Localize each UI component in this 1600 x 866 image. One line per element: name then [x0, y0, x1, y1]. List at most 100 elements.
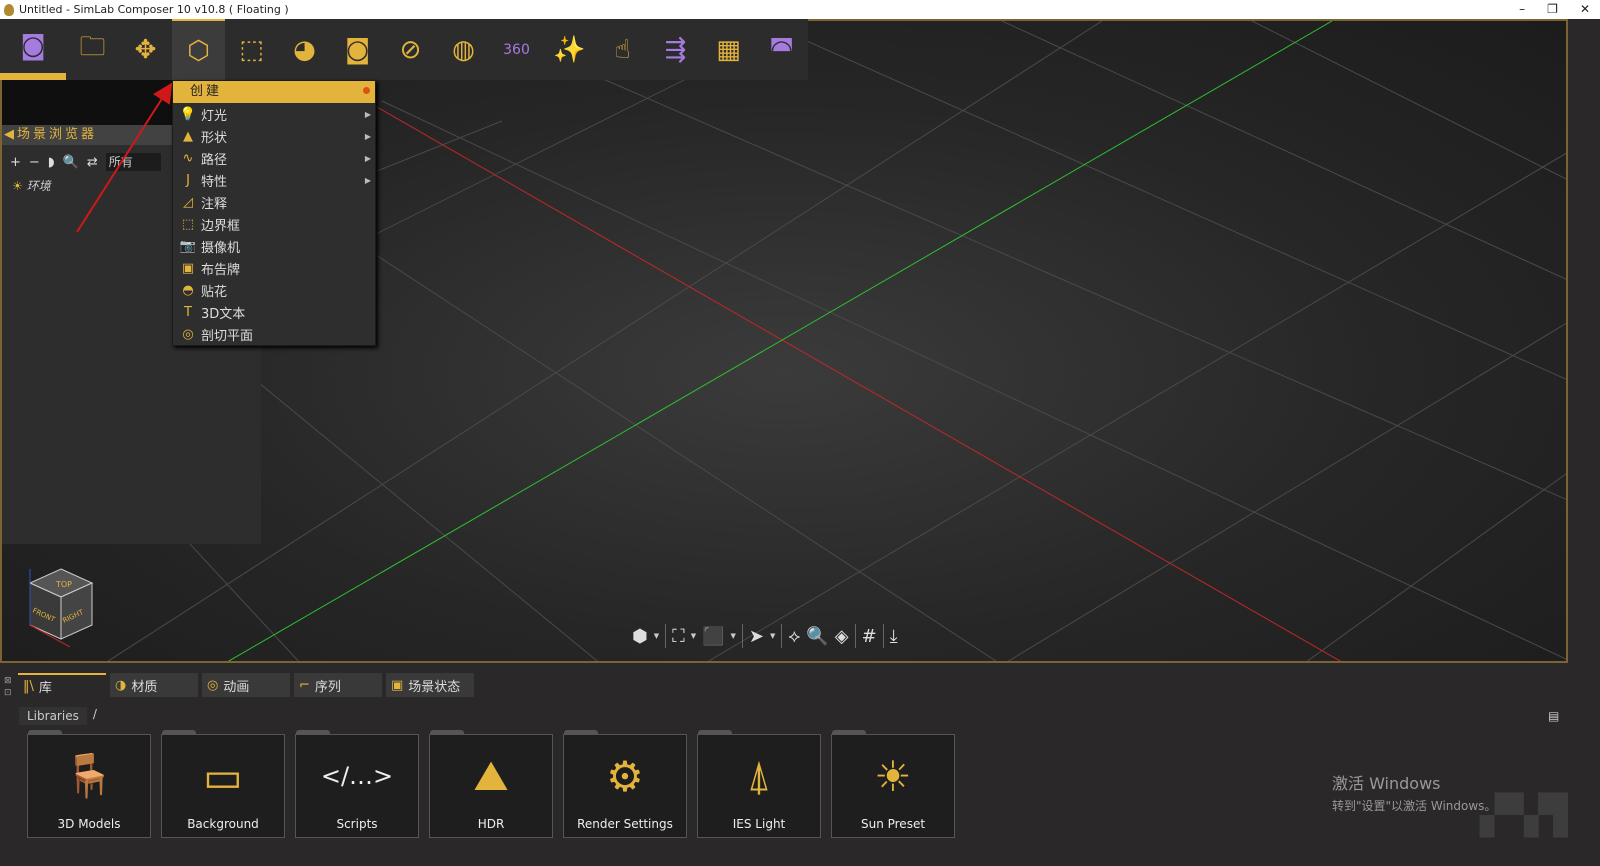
effects-icon: ✨	[553, 34, 586, 65]
material-icon[interactable]: ◗	[48, 155, 55, 170]
library-item[interactable]: 🪑 3D Models	[27, 730, 151, 838]
viewport-tool-icon[interactable]: ⬛	[702, 626, 724, 647]
menu-item[interactable]: T 3D文本	[173, 301, 375, 323]
menu-item[interactable]: ◎ 剖切平面	[173, 323, 375, 345]
tab-2[interactable]: ◎ 动画	[202, 673, 290, 697]
tab-icon: ◑	[115, 677, 127, 693]
toolbar-layout-button[interactable]: ▦	[702, 19, 755, 80]
site-watermark-logo: ▞▚▜	[1480, 793, 1568, 837]
swap-icon[interactable]: ⇄	[87, 155, 98, 170]
library-icon: ☀	[874, 751, 912, 801]
dropdown-arrow-icon[interactable]: ▼	[654, 632, 659, 640]
library-label: 3D Models	[57, 817, 121, 831]
toolbar-interact-button[interactable]: ☝	[596, 19, 649, 80]
interact-icon: ☝	[614, 34, 631, 65]
menu-item-icon: ◓	[182, 282, 194, 298]
tab-1[interactable]: ◑ 材质	[110, 673, 198, 697]
viewport-tool-icon[interactable]: 🔍	[806, 626, 828, 647]
toolbar-environment-button[interactable]: ◍	[437, 19, 490, 80]
menu-item[interactable]: ▲ 形状 ▶	[173, 125, 375, 147]
window-title: Untitled - SimLab Composer 10 v10.8 ( Fl…	[19, 3, 289, 16]
toolbar-effects-button[interactable]: ✨	[543, 19, 596, 80]
library-label: Scripts	[336, 817, 378, 831]
menu-item-icon: 💡	[179, 106, 197, 122]
tab-label: 材质	[131, 679, 158, 695]
restore-button[interactable]: ❐	[1547, 0, 1558, 18]
toolbar-clip-button[interactable]: ⊘	[384, 19, 437, 80]
vr-mode-icon: ◙	[20, 31, 46, 61]
menu-item[interactable]: ▣ 布告牌	[173, 257, 375, 279]
viewport-tool-icon[interactable]: #	[862, 626, 877, 647]
tab-label: 场景状态	[408, 679, 461, 695]
menu-item-label: 摄像机	[201, 240, 241, 256]
menu-item[interactable]: 💡 灯光 ▶	[173, 103, 375, 125]
dropdown-arrow-icon[interactable]: ▼	[691, 632, 696, 640]
toolbar-move-button[interactable]: ✥	[119, 19, 172, 80]
viewport-tool-icon[interactable]: ➤	[749, 626, 764, 647]
tab-icon: ◎	[207, 677, 219, 693]
library-item[interactable]: </…> Scripts	[295, 730, 419, 838]
dropdown-arrow-icon[interactable]: ▼	[770, 632, 775, 640]
library-item[interactable]: ⚙ Render Settings	[563, 730, 687, 838]
separator	[741, 624, 743, 648]
library-item[interactable]: ⍋ IES Light	[697, 730, 821, 838]
menu-item-icon: J	[186, 172, 190, 188]
add-icon[interactable]: +	[10, 155, 21, 170]
materials-icon: ◕	[293, 34, 316, 65]
tab-label: 序列	[314, 679, 341, 695]
menu-item-icon: ▲	[183, 128, 193, 144]
scene-state-icon: ◙	[344, 34, 371, 65]
tab-3[interactable]: ⌐ 序列	[294, 673, 382, 697]
submenu-arrow-icon: ▶	[364, 153, 371, 163]
x-axis-line	[376, 106, 1342, 661]
360-icon: 360	[503, 41, 530, 58]
library-label: Background	[187, 817, 259, 831]
menu-item[interactable]: ◿ 注释	[173, 191, 375, 213]
watermark-title: 激活 Windows	[1332, 774, 1441, 793]
sequence-icon: ⇶	[664, 34, 687, 65]
viewport-tool-icon[interactable]: ⟡	[788, 626, 800, 647]
title-bar: Untitled - SimLab Composer 10 v10.8 ( Fl…	[0, 0, 1600, 19]
toolbar-sequence-button[interactable]: ⇶	[649, 19, 702, 80]
menu-item[interactable]: ◓ 贴花	[173, 279, 375, 301]
tab-4[interactable]: ▣ 场景状态	[386, 673, 474, 697]
toolbar-select-box-button[interactable]: ⬚	[225, 19, 278, 80]
viewport-tool-icon[interactable]: ⬢	[632, 626, 648, 647]
breadcrumb-libraries[interactable]: Libraries	[19, 707, 87, 725]
tab-icon: ⌐	[299, 677, 310, 693]
viewport-tool-icon[interactable]: ◈	[835, 626, 849, 647]
toolbar-materials-button[interactable]: ◕	[278, 19, 331, 80]
toolbar-vr-headset-button[interactable]: ◚	[755, 19, 808, 80]
remove-icon[interactable]: −	[29, 155, 40, 170]
viewport-tool-icon[interactable]: ⛶	[672, 626, 685, 647]
menu-item-label: 布告牌	[201, 262, 241, 278]
minimize-button[interactable]: –	[1519, 0, 1525, 18]
library-item[interactable]: ▭ Background	[161, 730, 285, 838]
library-item[interactable]: ⛰ HDR	[429, 730, 553, 838]
menu-item-label: 注释	[201, 196, 228, 212]
navigation-cube[interactable]: TOP FRONT RIGHT	[26, 567, 96, 647]
viewport-tool-icon[interactable]: ⤓	[890, 626, 898, 647]
toolbar-open-button[interactable]: 🗀	[66, 19, 119, 80]
pin-icon[interactable]	[363, 87, 370, 94]
menu-item[interactable]: J 特性 ▶	[173, 169, 375, 191]
menu-item-label: 贴花	[201, 284, 228, 300]
toolbar-scene-state-button[interactable]: ◙	[331, 19, 384, 80]
tab-0[interactable]: ‖\ 库	[18, 673, 106, 697]
menu-item-label: 边界框	[201, 218, 241, 234]
search-icon[interactable]: 🔍	[63, 155, 79, 170]
toolbar-vr-mode-button[interactable]: ◙	[0, 19, 66, 80]
menu-item[interactable]: 📷 摄像机	[173, 235, 375, 257]
view-mode-icon[interactable]: ▤	[1548, 709, 1559, 723]
filter-select[interactable]: 所有	[105, 153, 161, 171]
panel-dock-icon[interactable]: ⊠ ⊡	[4, 675, 12, 699]
breadcrumb: Libraries /	[19, 707, 97, 725]
toolbar-360-button[interactable]: 360	[490, 19, 543, 80]
close-button[interactable]: ✕	[1580, 0, 1590, 18]
library-item[interactable]: ☀ Sun Preset	[831, 730, 955, 838]
layout-icon: ▦	[716, 34, 741, 65]
dropdown-arrow-icon[interactable]: ▼	[731, 632, 736, 640]
toolbar-create-button[interactable]: ⬡	[172, 19, 225, 80]
menu-item[interactable]: ⬚ 边界框	[173, 213, 375, 235]
menu-item[interactable]: ∿ 路径 ▶	[173, 147, 375, 169]
